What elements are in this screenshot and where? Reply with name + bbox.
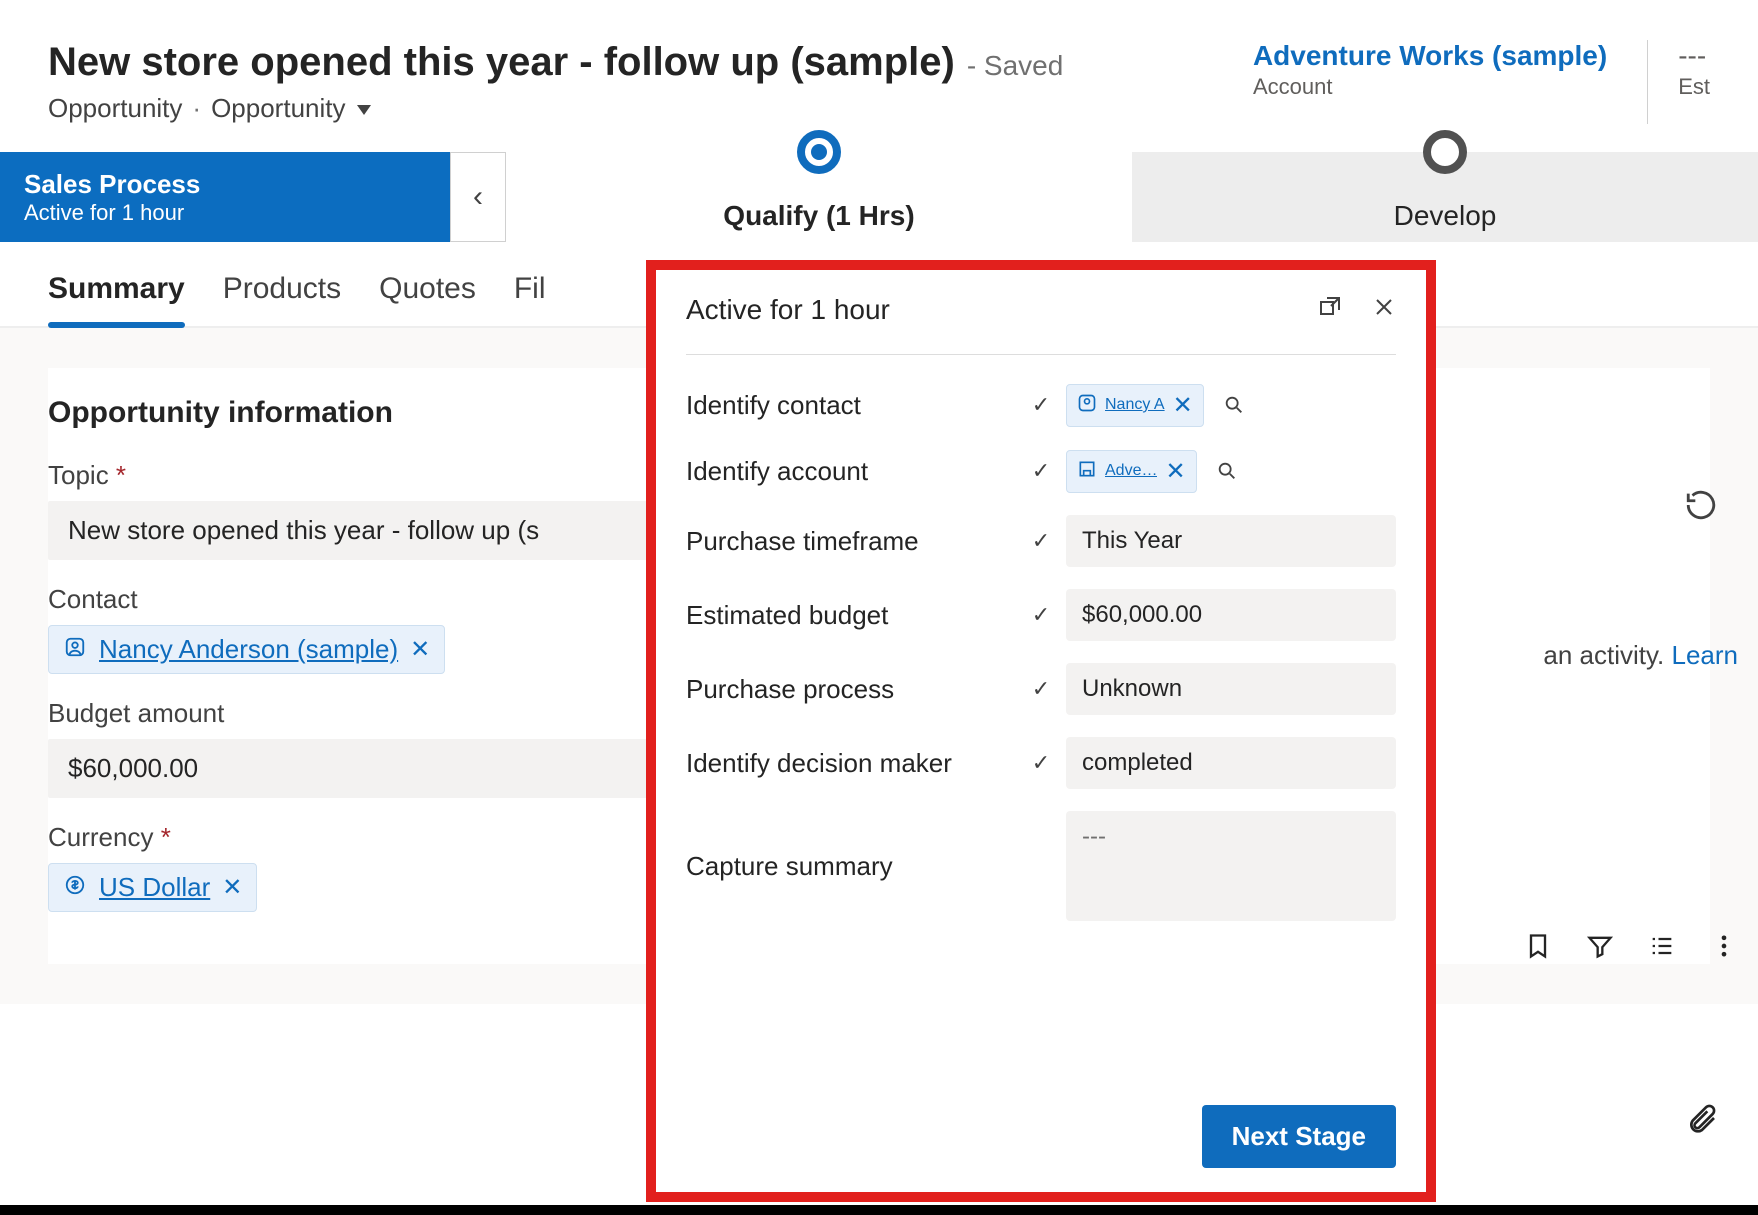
popout-button[interactable]: [1318, 295, 1342, 326]
currency-icon: [63, 872, 87, 903]
stage-flyout: Active for 1 hour Identify contact ✓ Nan…: [656, 270, 1426, 1192]
check-icon: ✓: [1024, 392, 1058, 418]
budget-input[interactable]: $60,000.00: [48, 739, 688, 798]
bpf-stage-develop[interactable]: Develop: [1132, 152, 1758, 242]
bpf-stage-develop-label: Develop: [1394, 200, 1497, 232]
contact-link[interactable]: Nancy Anderson (sample): [99, 634, 398, 665]
bpf-stage-qualify-label: Qualify (1 Hrs): [723, 200, 914, 232]
bookmark-icon[interactable]: [1524, 932, 1552, 968]
bpf-process-name: Sales Process: [24, 169, 426, 200]
flyout-title: Active for 1 hour: [686, 294, 890, 326]
entity-selector-label: Opportunity: [211, 93, 345, 124]
tab-products[interactable]: Products: [223, 272, 341, 326]
learn-link[interactable]: Learn: [1672, 640, 1739, 670]
check-icon: ✓: [1024, 676, 1058, 702]
identify-account-label: Identify account: [686, 456, 1016, 487]
contact-lookup-chip[interactable]: Nancy Anderson (sample) ✕: [48, 625, 445, 674]
identify-contact-label: Identify contact: [686, 390, 1016, 421]
page-header: New store opened this year - follow up (…: [0, 0, 1758, 124]
filter-icon[interactable]: [1586, 932, 1614, 968]
activity-hint: an activity. Learn: [1543, 640, 1738, 671]
identify-contact-link[interactable]: Nancy A: [1105, 396, 1165, 414]
bpf-stage-qualify[interactable]: Qualify (1 Hrs): [506, 152, 1132, 242]
related-account-sublabel: Account: [1253, 74, 1607, 100]
stage-inactive-icon: [1423, 130, 1467, 174]
business-process-flow: Sales Process Active for 1 hour ‹ Qualif…: [0, 152, 1758, 242]
currency-lookup-chip[interactable]: US Dollar ✕: [48, 863, 257, 912]
more-icon[interactable]: [1710, 932, 1738, 968]
search-account-button[interactable]: [1205, 449, 1249, 493]
estimated-budget-input[interactable]: $60,000.00: [1066, 589, 1396, 641]
related-account-link[interactable]: Adventure Works (sample): [1253, 40, 1607, 72]
bpf-collapse-button[interactable]: ‹: [450, 152, 506, 242]
header-metric-label: Est: [1678, 74, 1710, 100]
search-contact-button[interactable]: [1212, 383, 1256, 427]
saved-indicator: - Saved: [967, 50, 1064, 82]
identify-contact-chip[interactable]: Nancy A ✕: [1066, 384, 1204, 427]
tab-files[interactable]: Fil: [514, 272, 546, 326]
person-icon: [63, 634, 87, 665]
entity-selector[interactable]: Opportunity: [211, 93, 371, 124]
identify-account-chip[interactable]: Adve… ✕: [1066, 450, 1197, 493]
tab-summary[interactable]: Summary: [48, 272, 185, 326]
bottom-edge: [0, 1205, 1758, 1215]
purchase-process-label: Purchase process: [686, 674, 1016, 705]
check-icon: ✓: [1024, 458, 1058, 484]
capture-summary-input[interactable]: ---: [1066, 811, 1396, 921]
chevron-down-icon: [351, 93, 371, 124]
check-icon: ✓: [1024, 750, 1058, 776]
page-title: New store opened this year - follow up (…: [48, 40, 955, 85]
identify-account-link[interactable]: Adve…: [1105, 462, 1157, 480]
estimated-budget-label: Estimated budget: [686, 600, 1016, 631]
remove-identify-account[interactable]: ✕: [1165, 457, 1185, 486]
currency-link[interactable]: US Dollar: [99, 872, 210, 903]
bpf-process-active-text: Active for 1 hour: [24, 200, 426, 226]
decision-maker-label: Identify decision maker: [686, 748, 1016, 779]
check-icon: ✓: [1024, 602, 1058, 628]
list-icon[interactable]: [1648, 932, 1676, 968]
purchase-process-input[interactable]: Unknown: [1066, 663, 1396, 715]
refresh-button[interactable]: [1684, 488, 1718, 531]
entity-name: Opportunity: [48, 93, 182, 124]
purchase-timeframe-label: Purchase timeframe: [686, 526, 1016, 557]
chevron-left-icon: ‹: [473, 180, 483, 214]
bpf-process-label[interactable]: Sales Process Active for 1 hour: [0, 152, 450, 242]
remove-contact-button[interactable]: ✕: [410, 635, 430, 664]
capture-summary-label: Capture summary: [686, 851, 1016, 882]
purchase-timeframe-input[interactable]: This Year: [1066, 515, 1396, 567]
attachment-icon[interactable]: [1686, 1100, 1718, 1145]
remove-currency-button[interactable]: ✕: [222, 873, 242, 902]
separator-dot: ·: [192, 93, 201, 124]
close-button[interactable]: [1372, 295, 1396, 326]
topic-input[interactable]: New store opened this year - follow up (…: [48, 501, 688, 560]
stage-active-icon: [797, 130, 841, 174]
remove-identify-contact[interactable]: ✕: [1173, 391, 1193, 420]
check-icon: ✓: [1024, 528, 1058, 554]
decision-maker-input[interactable]: completed: [1066, 737, 1396, 789]
tab-quotes[interactable]: Quotes: [379, 272, 476, 326]
grid-toolbar: [1524, 932, 1738, 968]
header-metric-value: ---: [1678, 40, 1710, 72]
building-icon: [1077, 459, 1097, 484]
person-icon: [1077, 393, 1097, 418]
next-stage-button[interactable]: Next Stage: [1202, 1105, 1396, 1168]
